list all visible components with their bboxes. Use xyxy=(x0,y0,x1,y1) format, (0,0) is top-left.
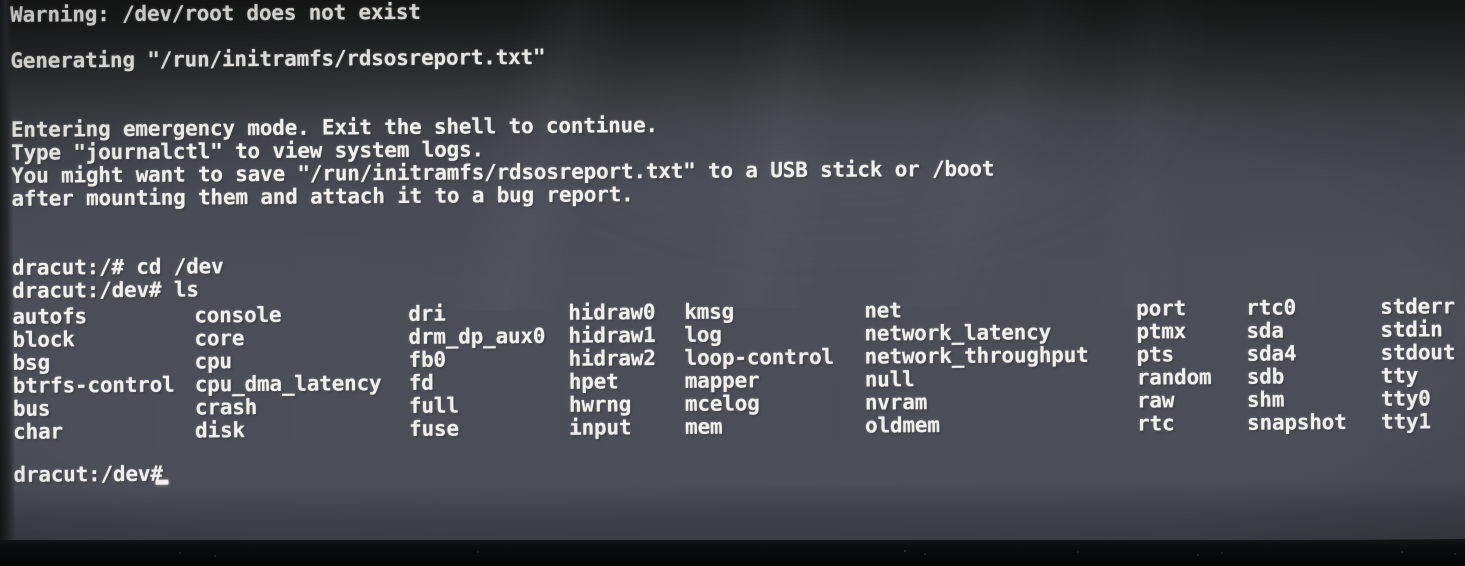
photo-vignette xyxy=(0,0,1465,551)
bezel-dust-specks xyxy=(0,549,1465,561)
console-photo: Starting Dracut Emergency Shell... Warni… xyxy=(0,0,1465,566)
monitor-screen: Starting Dracut Emergency Shell... Warni… xyxy=(0,0,1465,551)
